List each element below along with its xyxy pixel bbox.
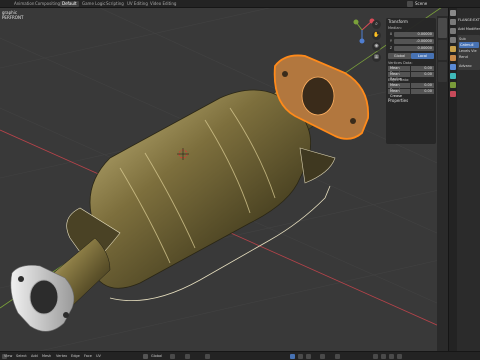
catalytic-converter-mesh[interactable] xyxy=(10,54,369,332)
tab-scripting[interactable]: Scripting xyxy=(104,1,126,7)
vertex-select-mode-icon[interactable] xyxy=(290,354,295,359)
face-select-mode-icon[interactable] xyxy=(306,354,311,359)
properties-tab-column xyxy=(449,8,457,351)
sidebar-tab-item[interactable] xyxy=(438,18,447,38)
camera-icon[interactable]: ◉ xyxy=(372,42,381,51)
mean-radius-label: Mean Radius xyxy=(388,72,410,81)
view-mode-text: PERFRONT xyxy=(2,15,24,20)
menu-vertex[interactable]: Vertex xyxy=(56,354,67,358)
scene-icon xyxy=(407,1,413,7)
pan-hand-icon[interactable]: ✋ xyxy=(372,31,381,40)
pivot-point-icon[interactable] xyxy=(170,354,175,359)
xray-icon[interactable] xyxy=(320,354,325,359)
zoom-icon[interactable]: ⌕ xyxy=(372,20,381,29)
rendered-shading-icon[interactable] xyxy=(389,354,394,359)
menu-edge[interactable]: Edge xyxy=(71,354,80,358)
global-local-toggle: Global Local xyxy=(388,53,434,59)
tab-uv-editing[interactable]: UV Editing xyxy=(125,1,150,7)
mean-crease-field[interactable]: Mean Crease 0.00 xyxy=(388,89,434,98)
mean-crease-value[interactable]: 0.00 xyxy=(411,89,434,94)
properties-panel-header[interactable]: Properties xyxy=(388,98,434,103)
transform-orientation-dropdown[interactable]: Global xyxy=(151,354,162,358)
median-y-field[interactable]: -0.00000 xyxy=(394,38,434,44)
modifier-panel: FLANGE:EXT Add Modifier Sub Catmull Leve… xyxy=(457,8,480,351)
tab-default[interactable]: Default xyxy=(60,1,79,7)
physics-tab-icon[interactable] xyxy=(450,82,456,88)
global-button[interactable]: Global xyxy=(388,53,411,59)
local-button[interactable]: Local xyxy=(411,53,434,59)
menu-view[interactable]: View xyxy=(4,354,12,358)
menu-select[interactable]: Select xyxy=(16,354,27,358)
transform-orientation-icon[interactable] xyxy=(143,354,148,359)
edge-select-mode-icon[interactable] xyxy=(298,354,303,359)
mean-bevel-field[interactable]: Mean Bevel 0.00 xyxy=(388,66,434,75)
tool-tab-icon[interactable] xyxy=(450,10,456,16)
properties-editor: FLANGE:EXT Add Modifier Sub Catmull Leve… xyxy=(448,8,480,351)
sidebar-tab-view[interactable] xyxy=(438,62,447,82)
particles-tab-icon[interactable] xyxy=(450,73,456,79)
snap-icon[interactable] xyxy=(185,354,190,359)
material-shading-icon[interactable] xyxy=(381,354,386,359)
overlays-icon[interactable] xyxy=(335,354,340,359)
workspace-tab-bar: Animation Compositing Default Game Logic… xyxy=(0,0,480,8)
edge-bevel-label: Mean Bevel xyxy=(388,83,410,92)
menu-add[interactable]: Add xyxy=(31,354,38,358)
median-x-field[interactable]: 0.00000 xyxy=(394,31,434,37)
menu-face[interactable]: Face xyxy=(84,354,92,358)
tab-video-editing[interactable]: Video Editing xyxy=(148,1,178,7)
view-layer-tab-icon[interactable] xyxy=(450,37,456,43)
mean-radius-value[interactable]: 0.00 xyxy=(411,72,434,77)
object-tab-icon[interactable] xyxy=(450,55,456,61)
output-tab-icon[interactable] xyxy=(450,28,456,34)
wireframe-shading-icon[interactable] xyxy=(397,354,402,359)
median-z-field[interactable]: 0.00000 xyxy=(394,45,434,51)
scene-selector[interactable]: Scene xyxy=(405,0,480,8)
edge-bevel-field[interactable]: Mean Bevel 0.00 xyxy=(388,83,434,92)
3d-viewport[interactable]: graphic PERFRONT ⌕ ✋ ◉ ▦ Transform Media… xyxy=(0,8,448,351)
advanced-subpanel[interactable]: Advanc xyxy=(459,63,479,69)
modifier-wrench-icon[interactable] xyxy=(450,64,456,70)
solid-shading-icon[interactable] xyxy=(373,354,378,359)
transform-header[interactable]: Transform xyxy=(388,19,434,25)
edge-bevel-value[interactable]: 0.00 xyxy=(411,83,434,88)
viewport-nav-buttons: ⌕ ✋ ◉ ▦ xyxy=(371,20,383,64)
mean-bevel-value[interactable]: 0.00 xyxy=(411,66,434,71)
mean-bevel-label: Mean Bevel xyxy=(388,66,410,75)
mean-crease-label: Mean Crease xyxy=(388,89,410,98)
grid-view-icon[interactable]: ▦ xyxy=(372,53,381,62)
scene-tab-icon[interactable] xyxy=(450,46,456,52)
add-modifier-button[interactable]: Add Modifier xyxy=(458,26,480,32)
viewport-header-bottom: View Select Add Mesh Vertex Edge Face UV… xyxy=(0,351,480,360)
object-name: FLANGE:EXT xyxy=(458,18,480,22)
render-levels-field[interactable]: Rend xyxy=(459,54,479,60)
menu-mesh[interactable]: Mesh xyxy=(42,354,51,358)
sidebar-tab-tool[interactable] xyxy=(438,40,447,60)
subdivision-modifier: Sub Catmull Levels Vie Rend Advanc xyxy=(458,35,480,70)
mean-radius-field[interactable]: Mean Radius 0.00 xyxy=(388,72,434,81)
render-tab-icon[interactable] xyxy=(450,19,456,25)
menu-uv[interactable]: UV xyxy=(96,354,101,358)
n-panel-transform: Transform Median: X 0.00000 Y -0.00000 Z… xyxy=(386,18,436,144)
scene-label: Scene xyxy=(415,1,428,6)
tab-compositing[interactable]: Compositing xyxy=(33,1,62,7)
proportional-edit-icon[interactable] xyxy=(205,354,210,359)
material-tab-icon[interactable] xyxy=(450,91,456,97)
sidebar-tabs xyxy=(437,16,448,351)
